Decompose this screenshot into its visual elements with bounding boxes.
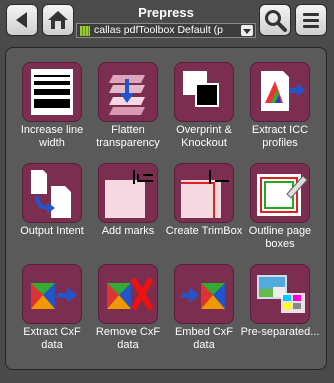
cxf-embed-icon [174,264,234,324]
search-button[interactable] [259,4,291,36]
profile-select-value: callas pdfToolbox Default (p [94,24,223,36]
cxf-extract-icon [22,264,82,324]
tile-create-trimbox[interactable]: Create TrimBox [164,163,242,263]
back-arrow-icon [16,12,27,28]
tile-label: Extract ICC profiles [251,124,309,149]
tile-label: Extract CxF data [23,326,81,351]
trimbox-icon [174,163,234,223]
tile-overprint-knockout[interactable]: Overprint & Knockout [164,62,240,162]
preseparated-icon [250,264,310,324]
tile-pre-separated[interactable]: Pre-separated... [240,264,319,364]
tile-outline-page-boxes[interactable]: Outline page boxes [240,163,316,263]
tile-label: Output Intent [20,225,84,237]
icc-extract-icon [250,62,310,122]
tile-label: Increase line width [20,124,84,149]
overprint-icon [174,62,234,122]
fixup-panel: Increase line width Flatten transparency… [5,47,327,370]
line-width-icon [22,62,82,122]
panel-title: Prepress [138,5,194,20]
menu-icon [303,13,319,28]
tile-output-intent[interactable]: Output Intent [12,163,88,263]
home-icon [48,11,68,29]
tile-embed-cxf[interactable]: Embed CxF data [164,264,240,364]
marks-icon [98,163,158,223]
search-icon [265,10,287,32]
profile-select[interactable]: callas pdfToolbox Default (p [76,23,256,38]
profile-icon [80,26,90,36]
cxf-remove-icon [98,264,158,324]
menu-button[interactable] [295,4,327,36]
home-button[interactable] [42,4,74,36]
tile-remove-cxf[interactable]: Remove CxF data [88,264,164,364]
tile-label: Create TrimBox [165,225,243,237]
toolbar: Prepress callas pdfToolbox Default (p [0,0,334,44]
tile-extract-cxf[interactable]: Extract CxF data [12,264,88,364]
tile-label: Flatten transparency [96,124,160,149]
tile-label: Pre-separated... [240,326,320,338]
tile-label: Overprint & Knockout [176,124,232,149]
chevron-down-icon[interactable] [241,25,253,36]
tile-label: Add marks [101,225,155,237]
bottom-bar [0,374,334,383]
outline-boxes-icon [250,163,310,223]
tile-add-marks[interactable]: Add marks [88,163,164,263]
output-intent-icon [22,163,82,223]
tile-label: Outline page boxes [248,225,312,250]
tile-extract-icc[interactable]: Extract ICC profiles [240,62,316,162]
tile-increase-line-width[interactable]: Increase line width [12,62,88,162]
back-button[interactable] [6,4,38,36]
flatten-icon [98,62,158,122]
tile-label: Remove CxF data [95,326,161,351]
tile-label: Embed CxF data [174,326,234,351]
tile-flatten-transparency[interactable]: Flatten transparency [88,62,164,162]
